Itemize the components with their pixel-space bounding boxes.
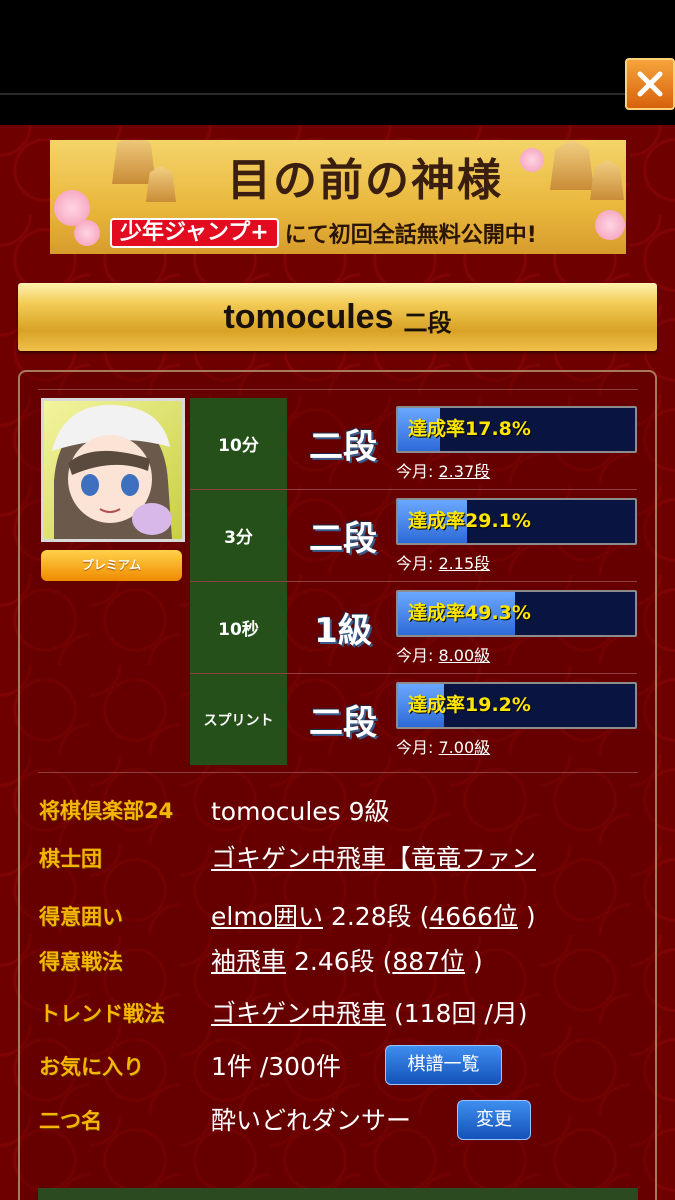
- change-nickname-button[interactable]: 変更: [457, 1100, 531, 1140]
- shogi-piece-icon: [550, 140, 594, 190]
- monthly-label: 今月:: [396, 462, 434, 481]
- castle-position-link[interactable]: 4666位: [429, 902, 518, 931]
- monthly-value-link[interactable]: 7.00級: [439, 738, 491, 757]
- strategy-rank: 2.46段: [293, 947, 375, 976]
- castle-rank: 2.28段: [330, 902, 412, 931]
- banner-subtitle: 少年ジャンプ+ にて初回全話無料公開中!: [110, 218, 537, 248]
- team-label: 棋士団: [39, 847, 102, 871]
- monthly-rate: 今月: 2.15段: [396, 550, 490, 574]
- achievement-text: 達成率17.8%: [408, 418, 531, 440]
- monthly-rate: 今月: 8.00級: [396, 642, 490, 666]
- nickname-label: 二つ名: [39, 1109, 102, 1133]
- rank-row: スプリント 二段 達成率19.2% 今月: 7.00級: [190, 674, 637, 765]
- rank-value: 二段: [309, 703, 377, 743]
- banner-title: 目の前の神様: [227, 155, 503, 206]
- rank-value: 1級: [314, 611, 372, 651]
- rank-mode-label: 10分: [190, 398, 287, 489]
- close-button[interactable]: [625, 58, 675, 110]
- avatar-image: [52, 404, 172, 539]
- castle-link[interactable]: elmo囲い: [211, 902, 323, 931]
- rank-mode-label: 3分: [190, 490, 287, 581]
- player-title-bar: tomocules 二段: [18, 283, 657, 351]
- rank-row: 10秒 1級 達成率49.3% 今月: 8.00級: [190, 582, 637, 673]
- monthly-value-link[interactable]: 2.15段: [439, 554, 491, 573]
- trend-link[interactable]: ゴキゲン中飛車: [211, 999, 386, 1028]
- rank-row: 10分 二段 達成率17.8% 今月: 2.37段: [190, 398, 637, 489]
- blossom-icon: [74, 220, 100, 246]
- monthly-label: 今月:: [396, 646, 434, 665]
- rank-value: 二段: [309, 427, 377, 467]
- club24-label: 将棋倶楽部24: [39, 799, 174, 823]
- banner-brand-logo: 少年ジャンプ+: [110, 218, 279, 248]
- premium-badge: プレミアム: [41, 550, 182, 581]
- castle-label: 得意囲い: [39, 905, 123, 929]
- strategy-label: 得意戦法: [39, 950, 123, 974]
- banner-tagline: にて初回全話無料公開中!: [284, 223, 537, 248]
- strategy-position-close: ): [473, 947, 483, 976]
- strategy-link[interactable]: 袖飛車: [211, 947, 286, 976]
- strategy-position-link[interactable]: 887位: [392, 947, 465, 976]
- monthly-rate: 今月: 7.00級: [396, 734, 490, 758]
- next-section-strip: [38, 1188, 638, 1200]
- top-bar: [0, 0, 675, 125]
- achievement-text: 達成率49.3%: [408, 602, 531, 624]
- trend-label: トレンド戦法: [39, 1002, 165, 1026]
- achievement-bar: 達成率19.2%: [396, 682, 637, 729]
- achievement-bar: 達成率49.3%: [396, 590, 637, 637]
- shogi-piece-icon: [590, 160, 624, 200]
- trend-value: ゴキゲン中飛車 (118回 /月): [211, 994, 528, 1030]
- monthly-rate: 今月: 2.37段: [396, 458, 490, 482]
- player-name: tomocules: [223, 297, 394, 336]
- team-link[interactable]: ゴキゲン中飛車【竜竜ファン: [211, 844, 536, 873]
- strategy-position-open: (: [382, 947, 393, 976]
- strategy-value: 袖飛車 2.46段 (887位 ): [211, 942, 483, 978]
- achievement-text: 達成率29.1%: [408, 510, 531, 532]
- monthly-value-link[interactable]: 8.00級: [439, 646, 491, 665]
- monthly-label: 今月:: [396, 554, 434, 573]
- achievement-text: 達成率19.2%: [408, 694, 531, 716]
- divider: [38, 389, 638, 390]
- favorites-value: 1件 /300件: [211, 1052, 341, 1081]
- castle-position-open: (: [419, 902, 430, 931]
- trend-count: (118回 /月): [393, 999, 528, 1028]
- rank-mode-label: スプリント: [190, 674, 287, 765]
- rank-row: 3分 二段 達成率29.1% 今月: 2.15段: [190, 490, 637, 581]
- rank-mode-label: 10秒: [190, 582, 287, 673]
- castle-position-close: ): [525, 902, 536, 931]
- team-value: ゴキゲン中飛車【竜竜ファン: [211, 839, 536, 875]
- favorites-label: お気に入り: [39, 1055, 144, 1079]
- close-icon: [637, 71, 663, 97]
- castle-value: elmo囲い 2.28段 (4666位 ): [211, 897, 536, 933]
- blossom-icon: [595, 210, 625, 240]
- rank-value: 二段: [309, 519, 377, 559]
- avatar[interactable]: [41, 398, 185, 542]
- divider: [38, 772, 638, 773]
- kifu-list-button[interactable]: 棋譜一覧: [385, 1045, 502, 1085]
- top-divider: [0, 93, 675, 95]
- achievement-bar: 達成率29.1%: [396, 498, 637, 545]
- ad-banner[interactable]: 目の前の神様 少年ジャンプ+ にて初回全話無料公開中!: [50, 140, 626, 254]
- monthly-label: 今月:: [396, 738, 434, 757]
- club24-value: tomocules 9級: [211, 797, 390, 826]
- monthly-value-link[interactable]: 2.37段: [439, 462, 491, 481]
- nickname-value: 酔いどれダンサー: [211, 1106, 412, 1135]
- achievement-bar: 達成率17.8%: [396, 406, 637, 453]
- player-rank: 二段: [403, 308, 452, 337]
